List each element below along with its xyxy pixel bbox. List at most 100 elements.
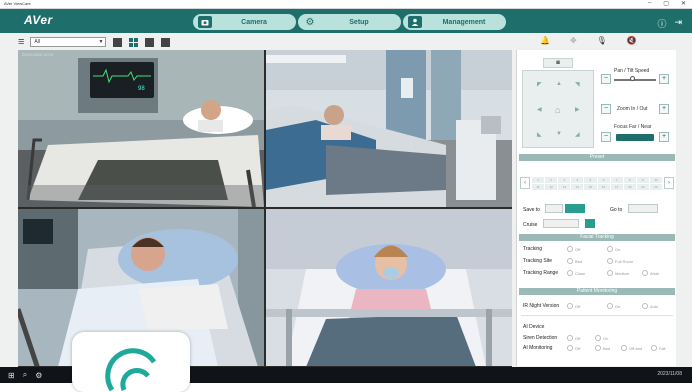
layout-4x4-button[interactable] <box>161 37 171 47</box>
preset-cell[interactable]: 8 <box>623 176 636 183</box>
tracking-on-radio[interactable]: On <box>607 246 620 252</box>
tracking-site-room-radio[interactable]: Full Room <box>607 258 633 264</box>
preset-cell[interactable]: 3 <box>558 176 571 183</box>
pan-left-arrow[interactable]: ◀ <box>537 106 542 113</box>
siren-on-radio[interactable]: On <box>595 335 608 341</box>
preset-cell[interactable]: 18 <box>623 183 636 190</box>
ir-on-radio[interactable]: On <box>607 303 620 309</box>
tab-setup[interactable]: ⚙ Setup <box>298 14 401 30</box>
pan-tilt-speed-slider[interactable] <box>614 79 656 81</box>
camera-filter-select[interactable]: All ▼ <box>30 37 107 47</box>
preset-cell[interactable]: 13 <box>558 183 571 190</box>
cruise-select[interactable] <box>543 219 579 228</box>
tab-camera-label: Camera <box>241 18 267 26</box>
preset-cell[interactable]: 12 <box>545 183 558 190</box>
minimize-button[interactable]: – <box>648 0 651 7</box>
gear-icon: ⚙ <box>305 16 315 28</box>
preset-cell[interactable]: 7 <box>610 176 623 183</box>
speaker-muted-icon[interactable]: 🔇 <box>627 36 637 45</box>
pan-up-right-arrow[interactable]: ◥ <box>575 81 580 88</box>
preset-section-header: Preset <box>519 154 675 161</box>
preset-cell[interactable]: 11 <box>532 183 545 190</box>
ir-auto-radio[interactable]: Auto <box>642 303 658 309</box>
tab-setup-label: Setup <box>349 18 369 26</box>
layout-1x1-button[interactable] <box>113 37 123 47</box>
pan-down-arrow[interactable]: ▼ <box>556 131 562 137</box>
preset-cell[interactable]: 15 <box>584 183 597 190</box>
go-to-field[interactable] <box>628 204 658 213</box>
app-header: AVer Camera ⚙ Setup Management ⓘ ⇥ <box>0 9 692 33</box>
preset-cell[interactable]: 6 <box>597 176 610 183</box>
tracking-range-medium-radio[interactable]: Medium <box>607 270 629 276</box>
camera-feed-1[interactable]: 98 2023/11/08 14:29 <box>18 50 264 207</box>
layout-3x3-button[interactable] <box>145 37 155 47</box>
preset-cell[interactable]: 14 <box>571 183 584 190</box>
camera-feed-2[interactable] <box>266 50 512 207</box>
ptz-direction-pad: ◙ ◤ ▲ ◥ ◀ ⌂ ▶ ◣ ▼ ◢ <box>522 58 594 148</box>
snapshot-camera-icon[interactable]: ◙ <box>543 58 573 68</box>
tab-camera[interactable]: Camera <box>193 14 296 30</box>
tracking-off-radio[interactable]: Off <box>567 246 580 252</box>
pan-up-left-arrow[interactable]: ◤ <box>537 81 542 88</box>
zoom-in-button[interactable]: + <box>659 104 669 114</box>
aver-brand-logo-overlay <box>72 332 190 392</box>
tracking-icon[interactable]: ✥ <box>570 36 577 45</box>
ai-offbed-radio[interactable]: Off-bed <box>621 345 642 351</box>
focus-far-button[interactable]: + <box>659 132 669 142</box>
search-icon[interactable]: ⌕ <box>23 370 27 380</box>
pan-down-right-arrow[interactable]: ◢ <box>575 131 580 138</box>
preset-cell[interactable]: 16 <box>597 183 610 190</box>
tracking-range-close-radio[interactable]: Close <box>567 270 585 276</box>
pan-up-arrow[interactable]: ▲ <box>556 81 562 87</box>
info-icon[interactable]: ⓘ <box>657 17 666 30</box>
ir-off-radio[interactable]: Off <box>567 303 580 309</box>
tracking-range-label: Tracking Range <box>523 270 559 276</box>
cruise-label: Cruise <box>523 222 538 228</box>
pan-speed-decrease-button[interactable]: − <box>601 74 611 84</box>
preset-cell[interactable]: 5 <box>584 176 597 183</box>
alarm-icon[interactable]: 🔔 <box>540 36 550 45</box>
pan-tilt-speed-knob[interactable] <box>630 76 635 81</box>
hamburger-menu-icon[interactable]: ≡ <box>18 36 24 48</box>
preset-cell[interactable]: 19 <box>636 183 649 190</box>
chevron-down-icon: ▼ <box>98 39 104 45</box>
tracking-site-bed-radio[interactable]: Bed <box>567 258 582 264</box>
microphone-muted-icon[interactable]: 🎙 <box>597 36 607 45</box>
tracking-range-wide-radio[interactable]: Wide <box>642 270 659 276</box>
preset-cell[interactable]: 9 <box>636 176 649 183</box>
preset-cell[interactable]: 1 <box>532 176 545 183</box>
focus-near-button[interactable]: − <box>601 132 611 142</box>
window-title: AVer ViewCare <box>4 1 31 6</box>
preset-prev-arrow[interactable]: ‹ <box>520 177 530 189</box>
layout-2x2-button[interactable] <box>129 37 139 47</box>
ai-bed-radio[interactable]: Bed <box>595 345 610 351</box>
camera-feed-4[interactable] <box>266 209 512 366</box>
tab-management-label: Management <box>442 18 486 26</box>
pan-down-left-arrow[interactable]: ◣ <box>537 131 542 138</box>
preset-cell[interactable]: 10 <box>649 176 662 183</box>
focus-auto-button[interactable] <box>616 134 654 141</box>
home-icon[interactable]: ⌂ <box>555 105 560 115</box>
pan-right-arrow[interactable]: ▶ <box>575 106 580 113</box>
header-actions: ⓘ ⇥ <box>657 17 682 30</box>
ai-fall-radio[interactable]: Fall <box>651 345 665 351</box>
control-panel: ◙ ◤ ▲ ◥ ◀ ⌂ ▶ ◣ ▼ ◢ Pan / Tilt Speed − +… <box>516 50 676 366</box>
preset-next-arrow[interactable]: › <box>664 177 674 189</box>
cruise-play-button[interactable] <box>585 219 595 228</box>
save-button[interactable] <box>565 204 585 213</box>
pan-speed-increase-button[interactable]: + <box>659 74 669 84</box>
preset-cell[interactable]: 20 <box>649 183 662 190</box>
logout-icon[interactable]: ⇥ <box>674 17 682 30</box>
close-button[interactable]: ✕ <box>681 0 686 7</box>
maximize-button[interactable]: ▢ <box>663 0 669 7</box>
windows-start-icon[interactable]: ⊞ <box>8 371 15 380</box>
preset-cell[interactable]: 4 <box>571 176 584 183</box>
settings-gear-icon[interactable]: ⚙ <box>35 371 42 380</box>
tab-management[interactable]: Management <box>403 14 506 30</box>
zoom-out-button[interactable]: − <box>601 104 611 114</box>
preset-cell[interactable]: 2 <box>545 176 558 183</box>
siren-off-radio[interactable]: Off <box>567 335 580 341</box>
save-to-field[interactable] <box>545 204 563 213</box>
ai-off-radio[interactable]: Off <box>567 345 580 351</box>
preset-cell[interactable]: 17 <box>610 183 623 190</box>
